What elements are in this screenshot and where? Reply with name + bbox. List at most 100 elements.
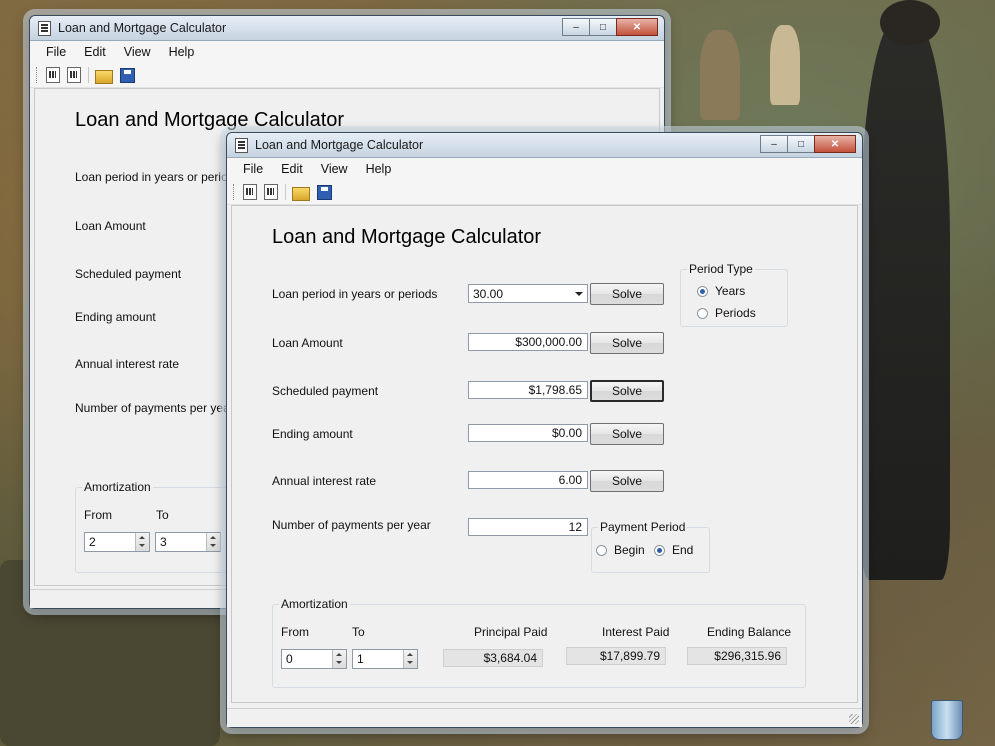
menu-help[interactable]: Help (161, 45, 205, 59)
payments-per-year-label: Number of payments per year (75, 401, 234, 415)
payment-period-title: Payment Period (598, 520, 688, 534)
menu-edit[interactable]: Edit (273, 162, 313, 176)
payments-per-year-label: Number of payments per year (272, 518, 431, 532)
menu-help[interactable]: Help (358, 162, 402, 176)
interest-paid-value: $17,899.79 (566, 647, 666, 665)
solve-loan-amount-button[interactable]: Solve (590, 332, 664, 354)
spin-arrows-icon[interactable] (135, 533, 149, 551)
client-area: Loan and Mortgage Calculator Loan period… (231, 205, 858, 703)
spin-arrows-icon[interactable] (206, 533, 220, 551)
maximize-button[interactable]: □ (589, 18, 617, 36)
calculator-icon[interactable] (243, 184, 257, 200)
toolbar (30, 63, 664, 88)
begin-radio-label: Begin (614, 543, 645, 557)
scheduled-payment-label: Scheduled payment (272, 384, 379, 398)
front-window[interactable]: Loan and Mortgage Calculator – □ ✕ File … (226, 132, 863, 728)
interest-rate-label: Annual interest rate (272, 474, 377, 488)
menu-file[interactable]: File (235, 162, 273, 176)
save-disk-icon[interactable] (120, 67, 135, 83)
painting-figure (860, 20, 950, 580)
solve-interest-rate-button[interactable]: Solve (590, 470, 664, 492)
principal-paid-value: $3,684.04 (443, 649, 543, 667)
painting-figure (700, 30, 740, 120)
menu-file[interactable]: File (38, 45, 76, 59)
desktop: { "back_window": { "title": "Loan and Mo… (0, 0, 995, 746)
calculator-app-icon (235, 138, 248, 153)
radio-empty-icon[interactable] (697, 307, 708, 319)
periods-radio-label: Periods (715, 306, 756, 320)
loan-period-combo[interactable]: 30.00 (468, 284, 588, 303)
loan-amount-label: Loan Amount (75, 219, 146, 233)
toolbar-separator (285, 184, 286, 200)
refresh-calculator-icon[interactable] (264, 184, 278, 200)
close-button[interactable]: ✕ (814, 135, 856, 153)
from-label: From (84, 508, 112, 522)
interest-paid-label: Interest Paid (602, 625, 670, 639)
from-stepper[interactable]: 2 (84, 532, 150, 552)
open-folder-icon[interactable] (292, 186, 310, 201)
periods-radio[interactable]: Periods (697, 306, 756, 320)
ending-balance-value: $296,315.96 (687, 647, 787, 665)
period-type-group: Period Type Years Periods (680, 262, 788, 327)
to-value: 3 (160, 535, 167, 549)
title-bar[interactable]: Loan and Mortgage Calculator – □ ✕ (30, 16, 664, 41)
minimize-button[interactable]: – (562, 18, 590, 36)
end-radio-label: End (672, 543, 694, 557)
ending-amount-label: Ending amount (272, 427, 353, 441)
toolbar-separator (88, 67, 89, 83)
menu-view[interactable]: View (313, 162, 358, 176)
ending-amount-label: Ending amount (75, 310, 156, 324)
title-bar[interactable]: Loan and Mortgage Calculator – □ ✕ (227, 133, 862, 158)
status-bar (227, 708, 862, 727)
scheduled-payment-input[interactable]: $1,798.65 (468, 381, 588, 399)
menu-bar: File Edit View Help (30, 41, 664, 63)
menu-edit[interactable]: Edit (76, 45, 116, 59)
menu-view[interactable]: View (116, 45, 161, 59)
calculator-icon[interactable] (46, 67, 60, 83)
loan-period-value: 30.00 (473, 287, 504, 301)
to-value: 1 (357, 652, 364, 666)
spin-arrows-icon[interactable] (403, 650, 417, 668)
refresh-calculator-icon[interactable] (67, 67, 81, 83)
radio-selected-icon[interactable] (697, 285, 708, 297)
chevron-down-icon[interactable] (575, 292, 583, 296)
years-radio[interactable]: Years (697, 284, 745, 298)
save-disk-icon[interactable] (317, 184, 332, 200)
interest-rate-label: Annual interest rate (75, 357, 180, 371)
solve-scheduled-payment-button[interactable]: Solve (590, 380, 664, 402)
loan-amount-label: Loan Amount (272, 336, 343, 350)
resize-grip-icon[interactable] (849, 714, 859, 724)
to-stepper[interactable]: 1 (352, 649, 418, 669)
radio-selected-icon[interactable] (654, 544, 665, 556)
close-button[interactable]: ✕ (616, 18, 658, 36)
principal-paid-label: Principal Paid (474, 625, 548, 639)
painting-figure (770, 25, 800, 105)
radio-empty-icon[interactable] (596, 544, 607, 556)
recycle-bin-icon[interactable] (931, 700, 963, 740)
page-title: Loan and Mortgage Calculator (272, 226, 542, 248)
page-title: Loan and Mortgage Calculator (75, 109, 345, 131)
window-title: Loan and Mortgage Calculator (255, 138, 424, 152)
end-radio[interactable]: End (654, 543, 693, 557)
scheduled-payment-label: Scheduled payment (75, 267, 182, 281)
solve-loan-period-button[interactable]: Solve (590, 283, 664, 305)
loan-amount-input[interactable]: $300,000.00 (468, 333, 588, 351)
toolbar (227, 180, 862, 205)
toolbar-grip[interactable] (233, 184, 237, 200)
years-radio-label: Years (715, 284, 746, 298)
open-folder-icon[interactable] (95, 69, 113, 84)
spin-arrows-icon[interactable] (332, 650, 346, 668)
amortization-title: Amortization (82, 480, 153, 494)
from-label: From (281, 625, 309, 639)
minimize-button[interactable]: – (760, 135, 788, 153)
solve-ending-amount-button[interactable]: Solve (590, 423, 664, 445)
from-stepper[interactable]: 0 (281, 649, 347, 669)
ending-amount-input[interactable]: $0.00 (468, 424, 588, 442)
window-title: Loan and Mortgage Calculator (58, 21, 227, 35)
payments-per-year-input[interactable]: 12 (468, 518, 588, 536)
toolbar-grip[interactable] (36, 67, 40, 83)
maximize-button[interactable]: □ (787, 135, 815, 153)
begin-radio[interactable]: Begin (596, 543, 645, 557)
interest-rate-input[interactable]: 6.00 (468, 471, 588, 489)
to-stepper[interactable]: 3 (155, 532, 221, 552)
